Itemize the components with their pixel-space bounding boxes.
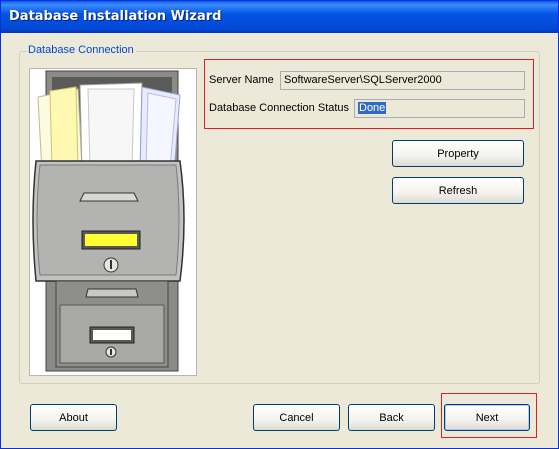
file-cabinet-illustration: [29, 68, 197, 376]
fields-highlight: [204, 59, 534, 129]
file-cabinet-icon: [32, 70, 185, 372]
server-name-value: SoftwareServer\SQLServer2000: [284, 74, 442, 86]
about-button[interactable]: About: [30, 404, 117, 431]
back-button[interactable]: Back: [348, 404, 435, 431]
connection-status-field[interactable]: Done: [354, 99, 525, 118]
property-button[interactable]: Property: [392, 140, 524, 167]
next-button[interactable]: Next: [444, 404, 530, 431]
cancel-button[interactable]: Cancel: [253, 404, 340, 431]
window-title: Database Installation Wizard: [9, 9, 222, 24]
server-name-label: Server Name: [209, 74, 274, 86]
wizard-window: Database Installation Wizard Database Co…: [0, 0, 559, 449]
connection-status-value: Done: [358, 102, 387, 114]
connection-status-label: Database Connection Status: [209, 102, 350, 114]
server-name-field[interactable]: SoftwareServer\SQLServer2000: [280, 71, 525, 90]
refresh-button[interactable]: Refresh: [392, 177, 524, 204]
group-legend: Database Connection: [26, 44, 136, 56]
title-bar[interactable]: Database Installation Wizard: [1, 1, 558, 33]
